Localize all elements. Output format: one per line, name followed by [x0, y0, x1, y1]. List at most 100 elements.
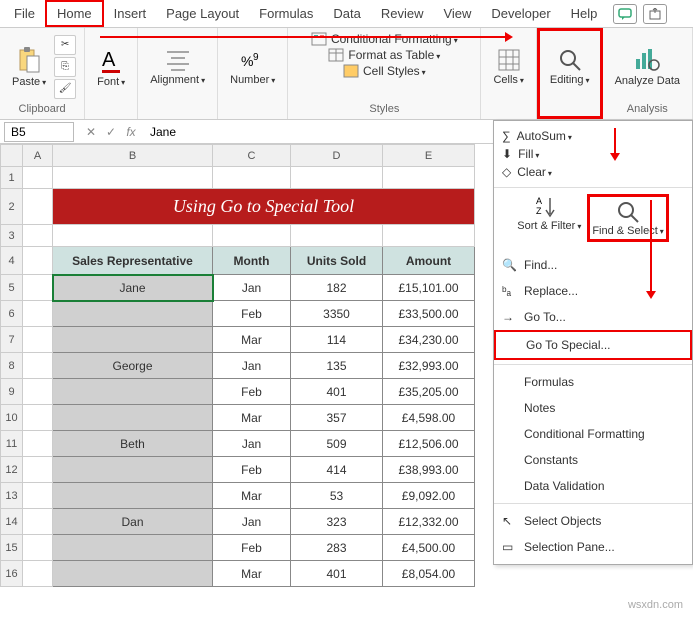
cell[interactable]: £8,054.00	[383, 561, 475, 587]
paste-button[interactable]: Paste	[8, 44, 50, 90]
cell-styles-button[interactable]: Cell Styles	[343, 64, 426, 78]
cell[interactable]: £15,101.00	[383, 275, 475, 301]
cell[interactable]: 135	[291, 353, 383, 379]
row-header-10[interactable]: 10	[1, 405, 23, 431]
copy-button[interactable]: ⎘	[54, 57, 76, 77]
cell[interactable]	[53, 301, 213, 327]
row-header-9[interactable]: 9	[1, 379, 23, 405]
group-editing[interactable]: Editing	[537, 28, 603, 119]
row-header-11[interactable]: 11	[1, 431, 23, 457]
row-header-5[interactable]: 5	[1, 275, 23, 301]
col-header-D[interactable]: D	[291, 145, 383, 167]
cell[interactable]: 401	[291, 379, 383, 405]
menu-cond-format[interactable]: Conditional Formatting	[494, 421, 692, 447]
tab-page-layout[interactable]: Page Layout	[156, 2, 249, 25]
tab-view[interactable]: View	[433, 2, 481, 25]
row-header-2[interactable]: 2	[1, 189, 23, 225]
cell[interactable]: Beth	[53, 431, 213, 457]
cell[interactable]: £35,205.00	[383, 379, 475, 405]
cell[interactable]: £32,993.00	[383, 353, 475, 379]
format-painter-button[interactable]: 🖌	[54, 79, 76, 99]
tab-home[interactable]: Home	[45, 0, 104, 27]
cells-button[interactable]: Cells	[489, 46, 527, 88]
clear-button[interactable]: ◇Clear	[502, 163, 684, 181]
cell[interactable]: 3350	[291, 301, 383, 327]
row-header-3[interactable]: 3	[1, 225, 23, 247]
menu-goto[interactable]: →Go To...	[494, 304, 692, 330]
cell[interactable]: Feb	[213, 457, 291, 483]
menu-notes[interactable]: Notes	[494, 395, 692, 421]
share-button[interactable]	[643, 4, 667, 24]
cell[interactable]: £9,092.00	[383, 483, 475, 509]
name-box[interactable]	[4, 122, 74, 142]
cell[interactable]	[53, 483, 213, 509]
row-header-13[interactable]: 13	[1, 483, 23, 509]
cell[interactable]: 53	[291, 483, 383, 509]
cell[interactable]: 323	[291, 509, 383, 535]
cell[interactable]: 401	[291, 561, 383, 587]
cell[interactable]: Feb	[213, 301, 291, 327]
cell[interactable]: 509	[291, 431, 383, 457]
menu-data-validation[interactable]: Data Validation	[494, 473, 692, 499]
cell[interactable]: Mar	[213, 327, 291, 353]
sort-filter-button[interactable]: AZ Sort & Filter	[517, 194, 581, 242]
cell[interactable]: Mar	[213, 483, 291, 509]
cell[interactable]: Feb	[213, 535, 291, 561]
cell[interactable]: Mar	[213, 405, 291, 431]
tab-formulas[interactable]: Formulas	[249, 2, 323, 25]
cell[interactable]: 283	[291, 535, 383, 561]
col-header-B[interactable]: B	[53, 145, 213, 167]
tab-review[interactable]: Review	[371, 2, 434, 25]
fx-button[interactable]: fx	[122, 125, 140, 139]
tab-insert[interactable]: Insert	[104, 2, 157, 25]
tab-help[interactable]: Help	[561, 2, 608, 25]
col-header-A[interactable]: A	[23, 145, 53, 167]
cell[interactable]	[53, 327, 213, 353]
cell[interactable]: 182	[291, 275, 383, 301]
menu-replace[interactable]: ᵇₐReplace...	[494, 278, 692, 304]
tab-data[interactable]: Data	[323, 2, 370, 25]
cell[interactable]	[53, 535, 213, 561]
cell[interactable]: £4,500.00	[383, 535, 475, 561]
row-header-16[interactable]: 16	[1, 561, 23, 587]
menu-find[interactable]: 🔍Find...	[494, 252, 692, 278]
cell[interactable]: George	[53, 353, 213, 379]
col-header-E[interactable]: E	[383, 145, 475, 167]
row-header-12[interactable]: 12	[1, 457, 23, 483]
cell[interactable]: Jan	[213, 431, 291, 457]
cell[interactable]	[53, 457, 213, 483]
cell[interactable]: £38,993.00	[383, 457, 475, 483]
cell[interactable]	[53, 561, 213, 587]
menu-goto-special[interactable]: Go To Special...	[494, 330, 692, 360]
menu-constants[interactable]: Constants	[494, 447, 692, 473]
cut-button[interactable]: ✂	[54, 35, 76, 55]
conditional-formatting-button[interactable]: Conditional Formatting	[311, 32, 458, 46]
row-header-15[interactable]: 15	[1, 535, 23, 561]
cell[interactable]: 357	[291, 405, 383, 431]
accept-formula-button[interactable]: ✓	[102, 125, 120, 139]
select-all-corner[interactable]	[1, 145, 23, 167]
cell[interactable]: Mar	[213, 561, 291, 587]
cancel-formula-button[interactable]: ✕	[82, 125, 100, 139]
menu-formulas[interactable]: Formulas	[494, 369, 692, 395]
comments-button[interactable]	[613, 4, 637, 24]
cell[interactable]: 414	[291, 457, 383, 483]
cell[interactable]: 114	[291, 327, 383, 353]
autosum-button[interactable]: ∑AutoSum	[502, 127, 684, 145]
cell[interactable]: Jan	[213, 353, 291, 379]
format-as-table-button[interactable]: Format as Table	[328, 48, 440, 62]
tab-file[interactable]: File	[4, 2, 45, 25]
cell[interactable]	[53, 379, 213, 405]
cell[interactable]: Feb	[213, 379, 291, 405]
menu-select-objects[interactable]: ↖Select Objects	[494, 508, 692, 534]
cell[interactable]	[53, 405, 213, 431]
cell[interactable]: £12,506.00	[383, 431, 475, 457]
row-header-1[interactable]: 1	[1, 167, 23, 189]
col-header-C[interactable]: C	[213, 145, 291, 167]
menu-selection-pane[interactable]: ▭Selection Pane...	[494, 534, 692, 560]
row-header-8[interactable]: 8	[1, 353, 23, 379]
row-header-4[interactable]: 4	[1, 247, 23, 275]
cell[interactable]: £34,230.00	[383, 327, 475, 353]
row-header-7[interactable]: 7	[1, 327, 23, 353]
cell[interactable]: Dan	[53, 509, 213, 535]
